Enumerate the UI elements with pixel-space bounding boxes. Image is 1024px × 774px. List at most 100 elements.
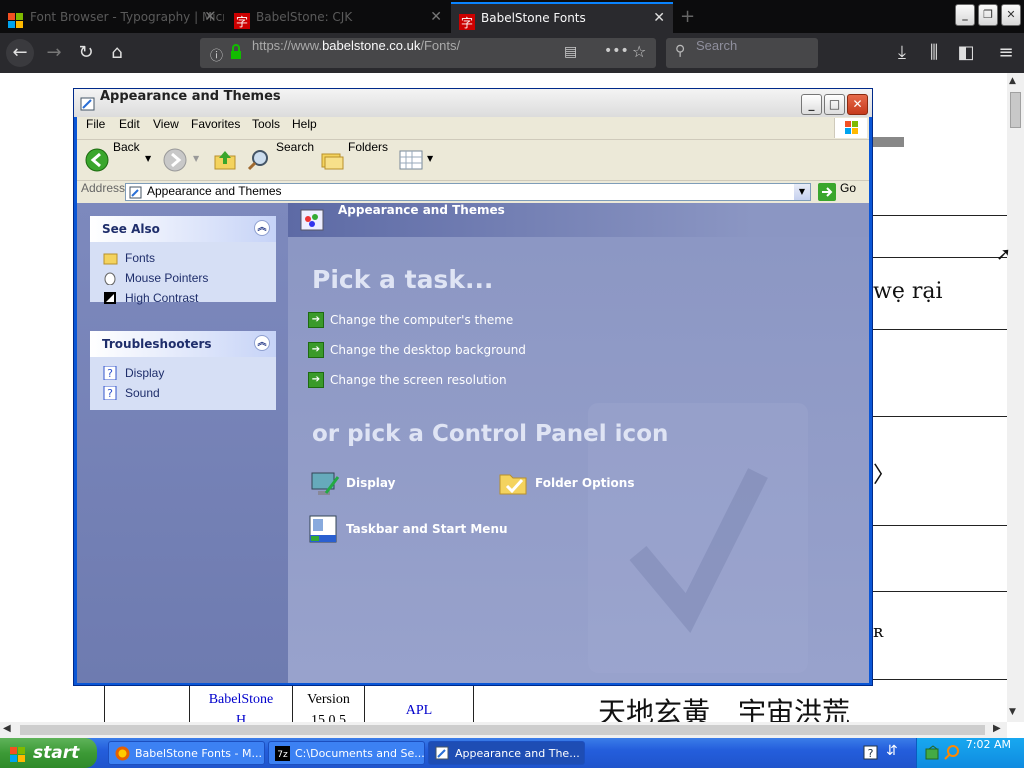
views-icon[interactable] [399, 148, 423, 176]
cp-icon-display[interactable]: Display [308, 466, 395, 500]
info-icon[interactable]: ⓘ [210, 45, 223, 64]
taskbar-item-7zip[interactable]: 7z C:\Documents and Se... [268, 741, 425, 765]
search-tray-icon[interactable] [944, 744, 960, 764]
page-vertical-scrollbar[interactable]: ▲ ▼ [1007, 73, 1024, 722]
scroll-right-icon[interactable]: ▶ [993, 723, 1001, 734]
browser-restore-button[interactable]: ❐ [978, 4, 998, 26]
menu-help[interactable]: Help [292, 117, 317, 131]
reader-view-icon[interactable]: ▤ [564, 44, 577, 60]
more-actions-icon[interactable]: ••• [604, 43, 629, 59]
search-box[interactable]: ⚲ Search [666, 38, 818, 68]
search-icon: ⚲ [675, 43, 686, 59]
table-cell-link[interactable]: BabelStone [190, 692, 292, 708]
chevron-down-icon[interactable]: ▼ [794, 184, 810, 200]
chevron-down-icon[interactable]: ▼ [145, 154, 151, 163]
back-arrow-icon[interactable]: ← [6, 39, 34, 67]
menu-icon[interactable]: ≡ [992, 39, 1020, 67]
network-icon[interactable]: ⇵ [886, 743, 898, 759]
go-arrow-icon[interactable] [818, 183, 836, 205]
bookmark-star-icon[interactable]: ☆ [632, 42, 646, 61]
page-horizontal-scrollbar[interactable]: ◀ ▶ [0, 722, 1007, 738]
folders-button-label[interactable]: Folders [348, 140, 388, 154]
browser-close-button[interactable]: ✕ [1001, 4, 1021, 26]
window-title-bar[interactable]: Appearance and Themes _ □ ✕ [74, 89, 872, 117]
svg-text:?: ? [107, 387, 113, 400]
table-cell-link[interactable]: H [190, 713, 292, 722]
mouse-icon [103, 271, 118, 286]
close-tab-icon[interactable]: ✕ [653, 4, 665, 33]
troubleshooter-display[interactable]: ? Display [90, 363, 276, 383]
menu-file[interactable]: File [86, 117, 105, 131]
table-rule [873, 679, 1007, 680]
firefox-icon [115, 746, 130, 761]
forward-arrow-icon[interactable]: → [40, 39, 68, 67]
collapse-icon[interactable]: ︽ [254, 220, 270, 236]
menu-edit[interactable]: Edit [119, 117, 140, 131]
browser-minimize-button[interactable]: _ [955, 4, 975, 26]
url-bar[interactable]: ⓘ https://www.babelstone.co.uk/Fonts/ ▤ … [200, 38, 656, 68]
pick-task-heading: Pick a task... [312, 265, 494, 294]
library-icon[interactable]: ⫼ [920, 39, 948, 67]
table-rule [873, 591, 1007, 592]
reload-icon[interactable]: ↻ [72, 39, 100, 67]
see-also-high-contrast[interactable]: High Contrast [90, 288, 276, 308]
task-label: C:\Documents and Se... [295, 747, 425, 760]
svg-text:?: ? [868, 747, 874, 760]
window-close-button[interactable]: ✕ [847, 94, 868, 115]
address-input[interactable]: Appearance and Themes ▼ [125, 183, 811, 201]
search-icon[interactable] [247, 148, 271, 176]
troubleshooter-sound[interactable]: ? Sound [90, 383, 276, 403]
see-also-fonts[interactable]: Fonts [90, 248, 276, 268]
item-label: Mouse Pointers [125, 271, 209, 285]
close-tab-icon[interactable]: ✕ [204, 2, 216, 33]
taskbar-item-babelstone[interactable]: BabelStone Fonts - M... [108, 741, 265, 765]
go-button-label[interactable]: Go [840, 181, 856, 195]
window-maximize-button[interactable]: □ [824, 94, 845, 115]
menu-view[interactable]: View [153, 117, 179, 131]
home-icon[interactable]: ⌂ [103, 39, 131, 67]
table-cell: 15.0.5 [311, 713, 346, 722]
collapse-icon[interactable]: ︽ [254, 335, 270, 351]
scrollbar-thumb[interactable] [20, 725, 985, 735]
back-button-label[interactable]: Back [113, 140, 140, 154]
table-border [104, 686, 105, 722]
table-cell-link[interactable]: APL [365, 703, 473, 719]
chevron-down-icon[interactable]: ▼ [427, 154, 433, 163]
cp-icon-taskbar-start[interactable]: Taskbar and Start Menu [308, 512, 508, 546]
see-also-mouse-pointers[interactable]: Mouse Pointers [90, 268, 276, 288]
menu-favorites[interactable]: Favorites [191, 117, 240, 131]
scroll-down-icon[interactable]: ▼ [1009, 707, 1016, 717]
icon-label: Display [346, 476, 396, 490]
up-folder-icon[interactable] [213, 148, 237, 176]
window-minimize-button[interactable]: _ [801, 94, 822, 115]
scroll-left-icon[interactable]: ◀ [3, 723, 11, 734]
scrollbar-thumb[interactable] [1010, 92, 1021, 128]
start-button[interactable]: start [0, 738, 97, 768]
downloads-icon[interactable]: ⤓ [888, 39, 916, 67]
help-icon: ? [103, 365, 118, 381]
new-tab-icon[interactable]: + [680, 6, 695, 27]
taskbar-item-appearance[interactable]: Appearance and The... [428, 741, 585, 765]
see-also-header[interactable]: See Also ︽ [90, 216, 276, 242]
tab-babelstone-cjk[interactable]: 字 BabelStone: CJK ✕ [226, 2, 450, 33]
close-tab-icon[interactable]: ✕ [430, 2, 442, 33]
menu-tools[interactable]: Tools [252, 117, 280, 131]
cp-icon-folder-options[interactable]: Folder Options [497, 466, 634, 500]
scroll-up-icon[interactable]: ▲ [1009, 76, 1016, 86]
troubleshooters-header[interactable]: Troubleshooters ︽ [90, 331, 276, 357]
folders-icon[interactable] [320, 148, 344, 176]
task-change-background[interactable]: ➔ Change the desktop background [308, 341, 526, 359]
search-button-label[interactable]: Search [276, 140, 314, 154]
back-arrow-icon[interactable] [85, 148, 109, 176]
task-change-theme[interactable]: ➔ Change the computer's theme [308, 311, 513, 329]
window-title: Appearance and Themes [100, 89, 281, 104]
tab-babelstone-fonts[interactable]: 字 BabelStone Fonts ✕ [451, 2, 673, 33]
task-change-resolution[interactable]: ➔ Change the screen resolution [308, 371, 507, 389]
tab-font-browser[interactable]: Font Browser - Typography | Micro ✕ [0, 2, 224, 33]
green-arrow-icon: ➔ [308, 342, 324, 358]
control-panel-icon [129, 185, 143, 204]
tray-app-icon[interactable] [925, 745, 941, 765]
sidebar-icon[interactable]: ◧ [952, 39, 980, 67]
forward-arrow-icon[interactable] [163, 148, 187, 176]
help-icon[interactable]: ? [863, 745, 878, 764]
